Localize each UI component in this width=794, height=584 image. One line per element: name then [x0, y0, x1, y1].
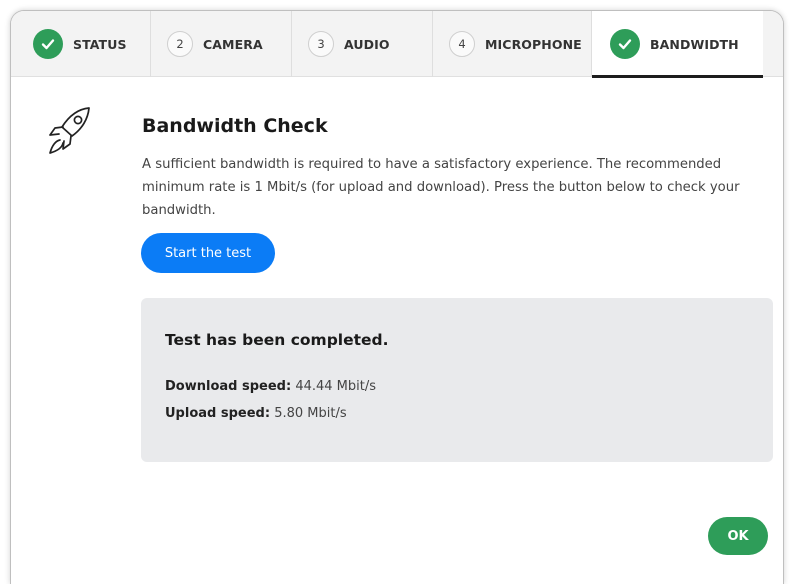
- tab-camera[interactable]: 2 CAMERA: [151, 11, 292, 77]
- tab-microphone[interactable]: 4 MICROPHONE: [433, 11, 592, 77]
- tab-label: BANDWIDTH: [650, 36, 739, 52]
- upload-speed-label: Upload speed:: [165, 406, 271, 421]
- tab-label: CAMERA: [203, 36, 263, 52]
- tab-label: AUDIO: [344, 36, 390, 52]
- tab-bandwidth[interactable]: BANDWIDTH: [592, 11, 763, 78]
- start-test-button[interactable]: Start the test: [141, 233, 275, 273]
- check-circle-icon: [33, 29, 63, 59]
- result-panel: Test has been completed. Download speed:…: [141, 298, 773, 462]
- page-title: Bandwidth Check: [142, 115, 328, 137]
- tab-label: STATUS: [73, 36, 127, 52]
- step-number: 3: [308, 31, 334, 57]
- step-number: 2: [167, 31, 193, 57]
- tab-audio[interactable]: 3 AUDIO: [292, 11, 433, 77]
- description-text: A sufficient bandwidth is required to ha…: [142, 157, 740, 218]
- result-title: Test has been completed.: [165, 331, 389, 349]
- upload-speed-value: 5.80 Mbit/s: [274, 406, 347, 421]
- download-speed-label: Download speed:: [165, 379, 292, 394]
- step-tabs: STATUS 2 CAMERA 3 AUDIO 4 MICROPHONE BAN…: [11, 11, 783, 78]
- rocket-icon: [45, 103, 95, 159]
- download-speed-value: 44.44 Mbit/s: [295, 379, 376, 394]
- download-speed-line: Download speed: 44.44 Mbit/s: [165, 379, 376, 394]
- ok-button[interactable]: OK: [708, 517, 768, 555]
- step-number: 4: [449, 31, 475, 57]
- tab-status[interactable]: STATUS: [11, 11, 151, 77]
- check-circle-icon: [610, 29, 640, 59]
- tab-label: MICROPHONE: [485, 36, 582, 52]
- bandwidth-check-dialog: STATUS 2 CAMERA 3 AUDIO 4 MICROPHONE BAN…: [10, 10, 784, 584]
- upload-speed-line: Upload speed: 5.80 Mbit/s: [165, 406, 347, 421]
